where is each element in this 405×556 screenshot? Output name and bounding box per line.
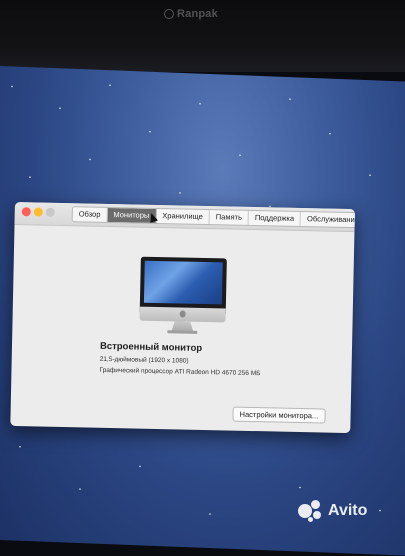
avito-watermark: Avito: [298, 500, 367, 522]
avito-logo-icon: [298, 500, 324, 522]
tab-overview[interactable]: Обзор: [72, 207, 108, 222]
display-settings-button[interactable]: Настройки монитора...: [232, 406, 326, 424]
tab-bar: Обзор Мониторы Хранилище Память Поддержк…: [71, 206, 355, 229]
imac-base: [167, 330, 198, 334]
avito-watermark-text: Avito: [328, 502, 368, 519]
monitor-bezel: Ranpak: [0, 0, 405, 72]
tab-memory[interactable]: Память: [209, 210, 250, 225]
watermark-top: Ranpak: [164, 8, 218, 20]
watermark-top-text: Ranpak: [177, 8, 218, 20]
monitor-title: Встроенный монитор: [99, 340, 203, 354]
tab-service[interactable]: Обслуживание: [301, 212, 355, 227]
watermark-icon: [164, 9, 174, 19]
monitor-size: 21,5-дюймовый (1920 x 1080): [99, 355, 189, 365]
zoom-button[interactable]: [45, 207, 55, 217]
close-button[interactable]: [21, 207, 31, 217]
imac-illustration: [139, 256, 227, 337]
about-this-mac-window: Обзор Мониторы Хранилище Память Поддержк…: [10, 202, 355, 434]
monitor-graphics: Графический процессор ATI Radeon HD 4670…: [99, 366, 261, 378]
tab-support[interactable]: Поддержка: [248, 210, 302, 226]
tab-storage[interactable]: Хранилище: [156, 208, 210, 225]
minimize-button[interactable]: [33, 207, 43, 217]
